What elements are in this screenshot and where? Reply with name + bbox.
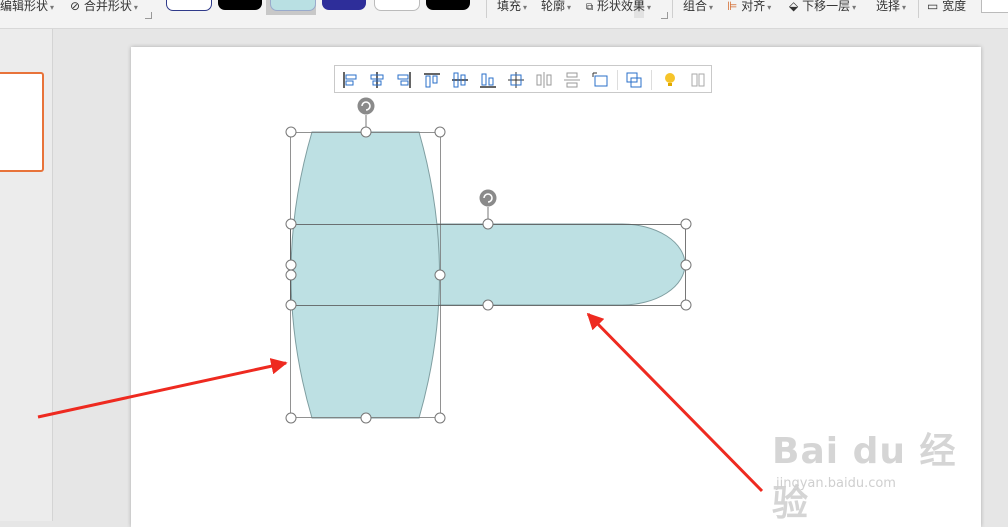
annotation-arrow-right xyxy=(586,312,764,493)
toolbar-separator xyxy=(617,70,618,90)
more-icon[interactable] xyxy=(688,70,708,90)
align-middle-icon[interactable] xyxy=(450,70,470,90)
tips-bulb-icon[interactable] xyxy=(660,70,680,90)
distribute-horizontal-icon[interactable] xyxy=(534,70,554,90)
align-left-icon[interactable] xyxy=(340,70,360,90)
quick-align-toolbar xyxy=(334,65,712,93)
align-page-center-icon[interactable] xyxy=(506,70,526,90)
align-top-icon[interactable] xyxy=(422,70,442,90)
align-center-icon[interactable] xyxy=(367,70,387,90)
align-right-icon[interactable] xyxy=(394,70,414,90)
fit-to-canvas-icon[interactable] xyxy=(590,70,610,90)
distribute-vertical-icon[interactable] xyxy=(562,70,582,90)
vertical-barrel-shape[interactable] xyxy=(290,131,440,419)
annotation-arrow-left xyxy=(37,358,288,419)
toolbar-separator xyxy=(651,70,652,90)
group-icon[interactable] xyxy=(624,70,644,90)
align-bottom-icon[interactable] xyxy=(478,70,498,90)
